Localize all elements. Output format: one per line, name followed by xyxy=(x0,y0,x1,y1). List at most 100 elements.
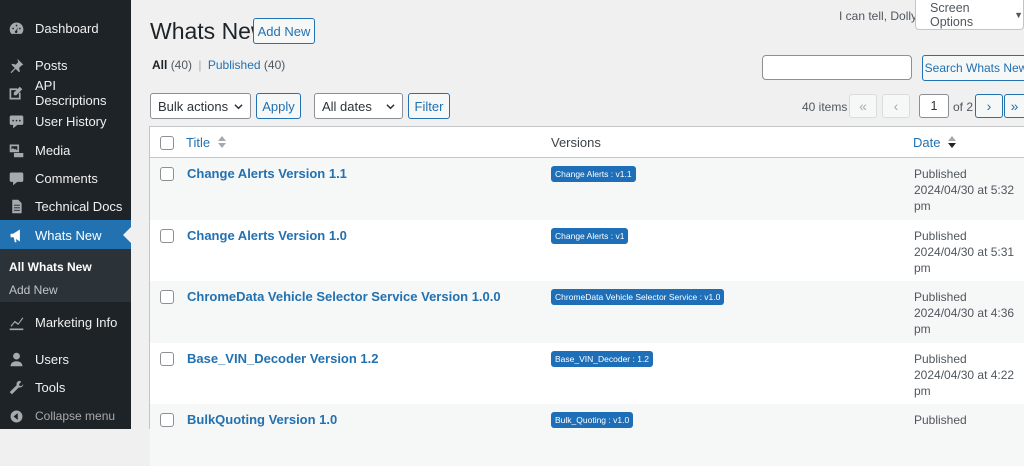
menu-label: API Descriptions xyxy=(34,78,107,108)
row-status: Published xyxy=(914,290,967,304)
row-date-suffix: pm xyxy=(914,322,931,336)
next-page-button[interactable]: › xyxy=(975,94,1003,118)
last-page-button[interactable]: » xyxy=(1004,94,1024,118)
search-whats-new-button[interactable]: Search Whats New xyxy=(922,55,1024,81)
row-status: Published xyxy=(914,352,967,366)
sort-icon xyxy=(217,136,226,148)
row-date-value: 2024/04/30 at 4:22 xyxy=(914,368,1015,382)
row-date-value: 2024/04/30 at 5:32 xyxy=(914,183,1015,197)
menu-label: Users xyxy=(35,351,69,367)
menu-label: Technical Docs xyxy=(35,198,123,214)
edit-icon xyxy=(6,83,26,103)
menu-marketing-info[interactable]: Marketing Info xyxy=(0,307,131,337)
row-title-link[interactable]: Base_VIN_Decoder Version 1.2 xyxy=(187,351,379,366)
row-date-suffix: pm xyxy=(914,199,931,213)
chart-icon xyxy=(6,312,26,332)
table-row: ChromeData Vehicle Selector Service Vers… xyxy=(150,281,1024,343)
menu-label: User History xyxy=(35,113,107,129)
row-date: Published 2024/04/30 at 4:36 pm xyxy=(914,289,1024,337)
menu-label: Media xyxy=(35,142,71,158)
menu-technical-docs[interactable]: Technical Docs xyxy=(0,191,131,221)
view-published-count: (40) xyxy=(263,58,286,72)
collapse-menu-button[interactable]: Collapse menu xyxy=(0,401,131,431)
view-published[interactable]: Published xyxy=(208,58,261,72)
menu-tools[interactable]: Tools xyxy=(0,372,131,402)
row-date: Published 2024/04/30 at 4:22 pm xyxy=(914,351,1024,399)
collapse-label: Collapse menu xyxy=(35,409,116,423)
select-all-checkbox[interactable] xyxy=(160,136,174,150)
dates-select[interactable]: All dates xyxy=(314,93,403,119)
filter-button[interactable]: Filter xyxy=(408,93,450,119)
chevron-down-icon xyxy=(234,104,243,110)
row-checkbox[interactable] xyxy=(160,352,174,366)
comment-icon xyxy=(6,111,26,131)
bulk-actions-select[interactable]: Bulk actions xyxy=(150,93,251,119)
table-row: Base_VIN_Decoder Version 1.2 Base_VIN_De… xyxy=(150,343,1024,405)
column-title[interactable]: Title xyxy=(186,135,226,150)
version-badge: ChromeData Vehicle Selector Service : v1… xyxy=(551,289,725,305)
row-title-link[interactable]: Change Alerts Version 1.1 xyxy=(187,166,347,181)
row-date-value: 2024/04/30 at 4:36 xyxy=(914,306,1015,320)
menu-api-descriptions[interactable]: API Descriptions xyxy=(0,78,131,108)
menu-label: Whats New xyxy=(35,227,102,243)
row-checkbox[interactable] xyxy=(160,290,174,304)
items-count: 40 items xyxy=(802,100,848,114)
pin-icon xyxy=(6,55,26,75)
apply-button[interactable]: Apply xyxy=(256,93,301,119)
menu-media[interactable]: Media xyxy=(0,135,131,165)
menu-label: Dashboard xyxy=(35,20,99,36)
row-checkbox[interactable] xyxy=(160,413,174,427)
row-status: Published xyxy=(914,413,967,427)
view-all-count: (40) xyxy=(170,58,193,72)
screen-options-button[interactable]: Screen Options ▼ xyxy=(915,0,1024,30)
menu-posts[interactable]: Posts xyxy=(0,50,131,80)
row-date-value: 2024/04/30 at 5:31 xyxy=(914,245,1015,259)
prev-page-button[interactable]: ‹ xyxy=(882,94,910,118)
row-date: Published 2024/04/30 at 5:31 pm xyxy=(914,228,1024,276)
row-checkbox[interactable] xyxy=(160,167,174,181)
menu-comments[interactable]: Comments xyxy=(0,163,131,193)
collapse-arrow-icon xyxy=(6,406,26,426)
menu-dashboard[interactable]: Dashboard xyxy=(0,13,131,43)
submenu-all-whats-new[interactable]: All Whats New xyxy=(9,260,92,274)
row-date-suffix: pm xyxy=(914,261,931,275)
version-badge: Base_VIN_Decoder : 1.2 xyxy=(551,351,654,367)
menu-label: Marketing Info xyxy=(35,314,118,330)
row-status: Published xyxy=(914,229,967,243)
row-date: Published xyxy=(914,412,1024,428)
users-icon xyxy=(6,349,26,369)
column-date-label: Date xyxy=(913,135,941,150)
column-title-label: Title xyxy=(186,135,211,150)
row-checkbox[interactable] xyxy=(160,229,174,243)
menu-whats-new[interactable]: Whats New xyxy=(0,220,131,250)
version-badge: Bulk_Quoting : v1.0 xyxy=(551,412,634,428)
first-page-button[interactable]: « xyxy=(849,94,877,118)
table-row: BulkQuoting Version 1.0 Bulk_Quoting : v… xyxy=(150,404,1024,466)
dates-value: All dates xyxy=(322,98,372,114)
current-page-input[interactable]: 1 xyxy=(919,94,949,118)
row-title-link[interactable]: Change Alerts Version 1.0 xyxy=(187,228,347,243)
comment-icon xyxy=(6,168,26,188)
sort-desc-icon xyxy=(948,136,957,148)
page-title: Whats New xyxy=(150,18,268,44)
row-title-link[interactable]: BulkQuoting Version 1.0 xyxy=(187,412,337,427)
submenu-add-new[interactable]: Add New xyxy=(9,283,58,297)
wrench-icon xyxy=(6,377,26,397)
menu-users[interactable]: Users xyxy=(0,344,131,374)
table-header: Title Versions Date xyxy=(150,127,1024,158)
screen-options-label: Screen Options xyxy=(930,0,974,29)
row-status: Published xyxy=(914,167,967,181)
version-badge: Change Alerts : v1 xyxy=(551,228,629,244)
search-input[interactable] xyxy=(762,55,912,80)
document-icon xyxy=(6,196,26,216)
add-new-button[interactable]: Add New xyxy=(253,18,315,44)
row-title-link[interactable]: ChromeData Vehicle Selector Service Vers… xyxy=(187,289,501,304)
dashboard-icon xyxy=(6,18,26,38)
caret-down-icon: ▼ xyxy=(1014,9,1023,20)
menu-user-history[interactable]: User History xyxy=(0,106,131,136)
column-date[interactable]: Date xyxy=(913,135,957,150)
table-row: Change Alerts Version 1.1 Change Alerts … xyxy=(150,158,1024,220)
view-all[interactable]: All xyxy=(152,58,167,72)
view-filters: All (40) | Published (40) xyxy=(152,58,285,72)
view-separator: | xyxy=(198,58,202,72)
